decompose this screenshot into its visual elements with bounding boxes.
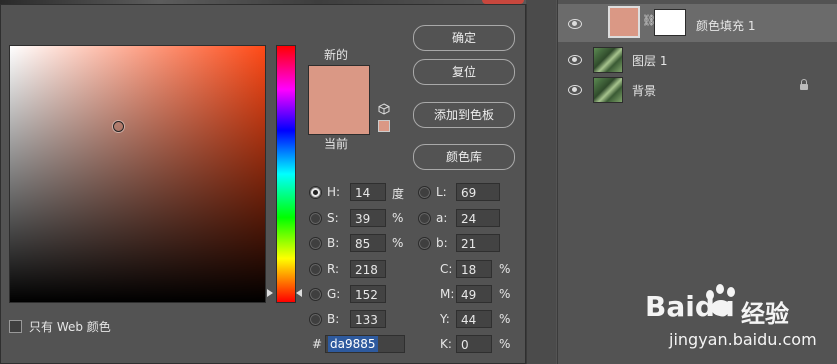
current-color-swatch[interactable]: [308, 100, 370, 135]
red-radio[interactable]: [309, 263, 322, 276]
black-input[interactable]: 0: [456, 335, 492, 353]
lab-b-key: b:: [436, 236, 448, 250]
brightness-radio[interactable]: [309, 237, 322, 250]
magenta-input[interactable]: 49: [456, 285, 492, 303]
current-color-label: 当前: [324, 137, 349, 151]
color-field-cursor[interactable]: [113, 121, 124, 132]
hue-slider-right-arrow[interactable]: [296, 289, 302, 297]
color-libraries-button[interactable]: 颜色库: [413, 144, 515, 170]
hue-unit: 度: [392, 187, 405, 201]
fill-layer-thumbnail[interactable]: [608, 6, 640, 38]
layer-row-background[interactable]: 背景: [558, 75, 837, 105]
brightness-key: B:: [327, 236, 340, 250]
saturation-radio[interactable]: [309, 212, 322, 225]
yellow-input[interactable]: 44: [456, 310, 492, 328]
web-safe-color-swatch[interactable]: [378, 120, 390, 132]
visibility-eye-icon[interactable]: [568, 85, 582, 95]
saturation-input[interactable]: 39: [350, 209, 386, 227]
ok-button[interactable]: 确定: [413, 25, 515, 51]
hue-slider[interactable]: [276, 45, 296, 303]
blue-key: B:: [327, 312, 340, 326]
hex-value-selected: da9885: [328, 336, 378, 352]
magenta-key: M:: [440, 287, 455, 301]
lab-a-radio[interactable]: [418, 212, 431, 225]
layer-name: 颜色填充 1: [696, 19, 756, 33]
new-color-swatch: [308, 65, 370, 101]
baidu-jingyan-watermark: Baidu 经验 jingyan.baidu.com: [645, 284, 835, 362]
layer-thumbnail[interactable]: [593, 47, 623, 73]
reset-button[interactable]: 复位: [413, 59, 515, 85]
cyan-input[interactable]: 18: [456, 260, 492, 278]
green-input[interactable]: 152: [350, 285, 386, 303]
yellow-unit: %: [499, 312, 511, 326]
brightness-unit: %: [392, 236, 404, 250]
watermark-cn: 经验: [741, 300, 789, 328]
lab-a-key: a:: [436, 211, 448, 225]
saturation-unit: %: [392, 211, 404, 225]
add-to-swatches-button[interactable]: 添加到色板: [413, 102, 515, 128]
layer-row-layer1[interactable]: 图层 1: [558, 45, 837, 75]
cyan-unit: %: [499, 262, 511, 276]
layer-row-fill[interactable]: ⛓ 颜色填充 1: [558, 4, 837, 42]
lightness-input[interactable]: 69: [456, 183, 500, 201]
lab-b-radio[interactable]: [418, 237, 431, 250]
red-input[interactable]: 218: [350, 260, 386, 278]
layer-mask-thumbnail[interactable]: [654, 9, 686, 36]
web-colors-only-label: 只有 Web 颜色: [29, 320, 111, 334]
dialog-frame-strip: [482, 0, 556, 364]
paw-logo-icon: [703, 284, 741, 322]
blue-input[interactable]: 133: [350, 310, 386, 328]
new-color-label: 新的: [324, 48, 349, 62]
hue-slider-left-arrow[interactable]: [267, 289, 273, 297]
watermark-url: jingyan.baidu.com: [669, 330, 817, 349]
color-picker-dialog: 新的 当前 确定 复位 添加到色板 颜色库 H: 14 度 S: 39 % B:…: [0, 4, 527, 364]
lab-a-input[interactable]: 24: [456, 209, 500, 227]
saturation-key: S:: [327, 211, 339, 225]
background-thumbnail[interactable]: [593, 77, 623, 103]
cyan-key: C:: [440, 262, 453, 276]
hue-key: H:: [327, 185, 341, 199]
black-unit: %: [499, 337, 511, 351]
layer-name: 背景: [632, 84, 657, 98]
green-key: G:: [327, 287, 341, 301]
visibility-eye-icon[interactable]: [568, 55, 582, 65]
hex-input[interactable]: da9885: [325, 335, 405, 353]
hex-hash-label: #: [312, 337, 323, 351]
lightness-radio[interactable]: [418, 186, 431, 199]
lab-b-input[interactable]: 21: [456, 234, 500, 252]
hue-radio[interactable]: [309, 186, 322, 199]
blue-radio[interactable]: [309, 313, 322, 326]
lightness-key: L:: [436, 185, 447, 199]
lock-icon[interactable]: [800, 79, 808, 90]
layer-name: 图层 1: [632, 54, 668, 68]
magenta-unit: %: [499, 287, 511, 301]
green-radio[interactable]: [309, 288, 322, 301]
brightness-input[interactable]: 85: [350, 234, 386, 252]
black-key: K:: [440, 337, 452, 351]
web-colors-only-checkbox[interactable]: [9, 320, 22, 333]
saturation-brightness-field[interactable]: [9, 45, 266, 303]
hue-input[interactable]: 14: [350, 183, 386, 201]
red-key: R:: [327, 262, 340, 276]
visibility-eye-icon[interactable]: [568, 19, 582, 29]
yellow-key: Y:: [440, 312, 450, 326]
web-safe-warning-cube-icon[interactable]: [378, 103, 390, 115]
